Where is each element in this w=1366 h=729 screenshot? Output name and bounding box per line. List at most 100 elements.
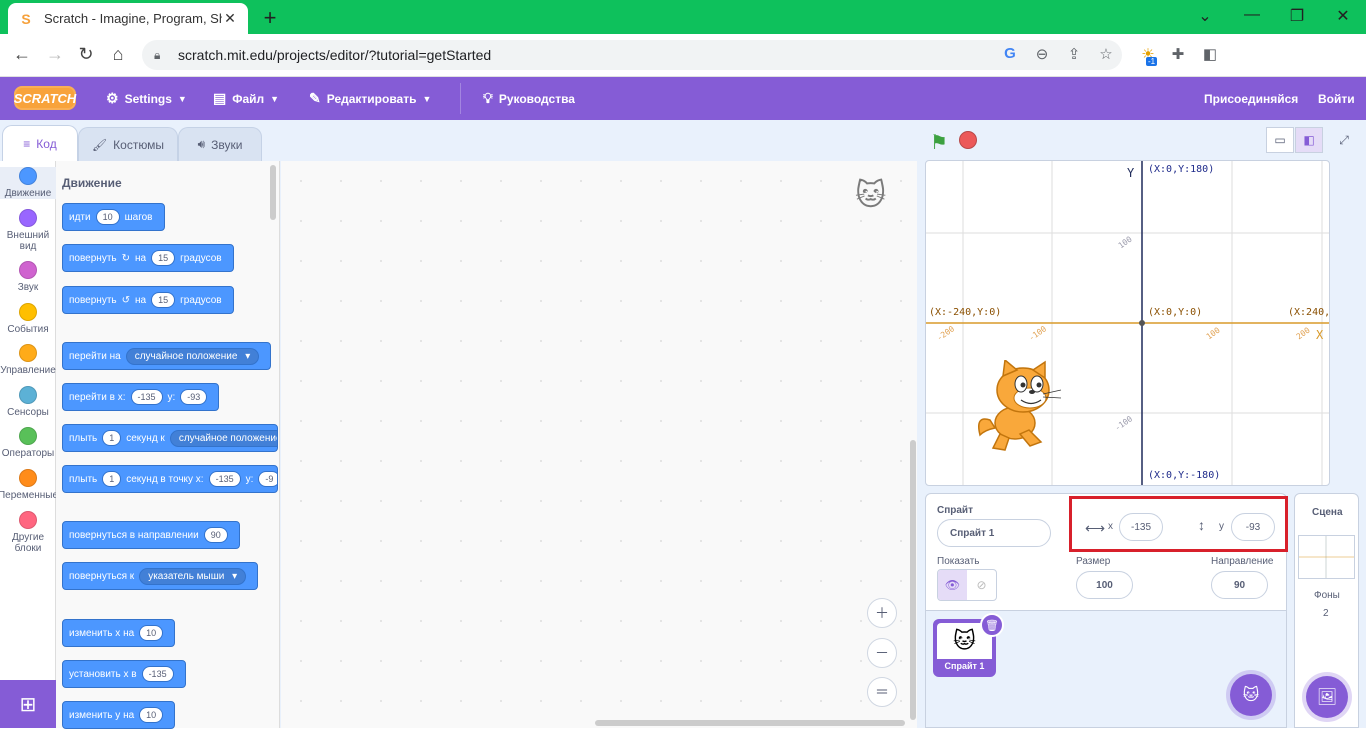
small-stage-button[interactable]: ▭ bbox=[1266, 127, 1294, 153]
workspace-vscrollbar[interactable] bbox=[910, 440, 916, 720]
edit-menu[interactable]: ✎ Редактировать ▼ bbox=[309, 77, 431, 120]
block-input[interactable]: 15 bbox=[151, 292, 176, 308]
zoom-reset-button[interactable]: ＝ bbox=[867, 677, 897, 707]
tab-search-icon[interactable]: ⌄ bbox=[1193, 6, 1217, 26]
block-dropdown[interactable]: случайное положение bbox=[169, 429, 277, 447]
fullscreen-button[interactable]: ⤢ bbox=[1330, 127, 1358, 153]
category-item[interactable]: Операторы bbox=[0, 427, 56, 459]
block-input[interactable]: -135 bbox=[208, 471, 241, 487]
zoom-in-button[interactable]: ＋ bbox=[867, 598, 897, 628]
settings-menu[interactable]: ⚙ Settings ▼ bbox=[106, 77, 187, 120]
coord-right: (X:240,Y:0) bbox=[1288, 307, 1330, 318]
block-text: на bbox=[135, 252, 147, 264]
block-goto[interactable]: перейти на случайное положение ▾ bbox=[62, 342, 272, 370]
add-backdrop-button[interactable]: 🖼︎ bbox=[1306, 676, 1348, 718]
tab-title: Scratch - Imagine, Program, Sha bbox=[44, 11, 222, 26]
add-sprite-button[interactable]: 🐱︎ bbox=[1230, 674, 1272, 716]
share-icon[interactable]: ⇪ bbox=[1064, 45, 1084, 63]
green-flag-icon[interactable]: ⚑ bbox=[930, 130, 948, 155]
category-item[interactable]: Внешний вид bbox=[0, 209, 56, 252]
category-item[interactable]: Управление bbox=[0, 344, 56, 376]
scratch-logo[interactable]: SCRATCH bbox=[14, 86, 76, 110]
palette-scrollbar[interactable] bbox=[270, 165, 276, 220]
block-change-y[interactable]: изменить y на 10 bbox=[62, 701, 176, 729]
block-input[interactable]: -135 bbox=[141, 666, 174, 682]
restore-icon[interactable]: ❐ bbox=[1285, 6, 1309, 26]
hide-eye-icon[interactable]: ⊘ bbox=[967, 570, 996, 600]
category-item[interactable]: Другие блоки bbox=[0, 511, 56, 554]
category-label: Другие блоки bbox=[11, 532, 45, 554]
delete-sprite-icon[interactable]: 🗑︎ bbox=[980, 613, 1004, 637]
block-input[interactable]: 10 bbox=[95, 209, 120, 225]
category-item[interactable]: Переменные bbox=[0, 469, 58, 501]
join-link[interactable]: Присоединяйся bbox=[1204, 77, 1298, 120]
block-text: установить x в bbox=[69, 668, 137, 680]
tab-costumes[interactable]: 🖌︎ Костюмы bbox=[78, 127, 178, 161]
google-icon[interactable]: G bbox=[1000, 45, 1020, 62]
block-turn-right[interactable]: повернуть ↻ на 15 градусов bbox=[62, 244, 234, 272]
settings-label: Settings bbox=[124, 91, 172, 106]
signin-link[interactable]: Войти bbox=[1318, 77, 1355, 120]
tab-code[interactable]: ≡ Код bbox=[2, 125, 78, 161]
block-input[interactable]: 10 bbox=[139, 707, 164, 723]
reload-icon[interactable]: ↻ bbox=[74, 44, 98, 65]
browser-tab[interactable]: S Scratch - Imagine, Program, Sha ✕ bbox=[8, 3, 248, 34]
extensions-puzzle-icon[interactable]: ✚ bbox=[1168, 45, 1188, 63]
block-point-direction[interactable]: повернуться в направлении 90 bbox=[62, 521, 240, 549]
bookmark-star-icon[interactable]: ☆ bbox=[1096, 45, 1116, 63]
block-point-towards[interactable]: повернуться к указатель мыши ▾ bbox=[62, 562, 259, 590]
stage-thumbnail[interactable] bbox=[1298, 535, 1355, 579]
block-goto-xy[interactable]: перейти в x: -135 y: -93 bbox=[62, 383, 220, 411]
minimize-icon[interactable]: — bbox=[1240, 6, 1264, 24]
block-input[interactable]: -93 bbox=[180, 389, 208, 405]
file-menu[interactable]: ▤ Файл ▼ bbox=[213, 77, 279, 120]
block-glide-xy[interactable]: плыть 1 секунд в точку x: -135 y: -9 bbox=[62, 465, 278, 493]
block-move-steps[interactable]: идти 10 шагов bbox=[62, 203, 165, 231]
block-turn-left[interactable]: повернуть ↺ на 15 градусов bbox=[62, 286, 234, 314]
url-field[interactable]: 🔒︎ scratch.mit.edu/projects/editor/?tuto… bbox=[142, 40, 1122, 70]
block-input[interactable]: 15 bbox=[151, 250, 176, 266]
back-icon[interactable]: ← bbox=[10, 44, 34, 65]
category-item[interactable]: Движение bbox=[0, 167, 56, 199]
zoom-out-button[interactable]: － bbox=[867, 638, 897, 668]
tab-sounds[interactable]: 🔊︎ Звуки bbox=[178, 127, 262, 161]
close-window-icon[interactable]: ✕ bbox=[1331, 6, 1355, 26]
url-text: scratch.mit.edu/projects/editor/?tutoria… bbox=[178, 47, 492, 63]
block-input[interactable]: 90 bbox=[203, 527, 228, 543]
zoom-out-icon[interactable]: ⊖ bbox=[1032, 45, 1052, 63]
direction-input[interactable]: 90 bbox=[1211, 571, 1268, 599]
normal-stage-button[interactable]: ◧ bbox=[1295, 127, 1323, 153]
size-input[interactable]: 100 bbox=[1076, 571, 1133, 599]
block-dropdown[interactable]: случайное положение ▾ bbox=[125, 347, 260, 365]
sprite-name-input[interactable]: Спрайт 1 bbox=[937, 519, 1051, 547]
category-item[interactable]: Сенсоры bbox=[0, 386, 56, 418]
block-change-x[interactable]: изменить x на 10 bbox=[62, 619, 176, 647]
category-item[interactable]: Звук bbox=[0, 261, 56, 293]
category-item[interactable]: События bbox=[0, 303, 56, 335]
backdrops-count: 2 bbox=[1323, 608, 1329, 619]
sprite-label: Спрайт bbox=[937, 505, 973, 516]
block-text: изменить x на bbox=[69, 627, 135, 639]
block-input[interactable]: 1 bbox=[102, 430, 122, 446]
coord-bottom: (X:0,Y:-180) bbox=[1148, 470, 1221, 481]
block-input[interactable]: 1 bbox=[102, 471, 122, 487]
tutorials-menu[interactable]: 💡︎ Руководства bbox=[483, 77, 575, 120]
forward-icon[interactable]: → bbox=[43, 44, 67, 65]
block-set-x[interactable]: установить x в -135 bbox=[62, 660, 186, 688]
cat-sprite[interactable] bbox=[975, 360, 1065, 455]
block-input[interactable]: 10 bbox=[139, 625, 164, 641]
block-input[interactable]: -9 bbox=[258, 471, 277, 487]
stop-icon[interactable] bbox=[959, 131, 977, 149]
block-dropdown[interactable]: указатель мыши ▾ bbox=[139, 567, 247, 585]
show-eye-icon[interactable]: 👁︎ bbox=[938, 570, 967, 600]
side-panel-icon[interactable]: ◧ bbox=[1200, 45, 1220, 63]
block-glide[interactable]: плыть 1 секунд к случайное положение bbox=[62, 424, 278, 452]
block-input[interactable]: -135 bbox=[130, 389, 163, 405]
add-extension-button[interactable]: ⊞ bbox=[0, 680, 56, 728]
close-tab-icon[interactable]: ✕ bbox=[222, 10, 238, 27]
workspace-hscrollbar[interactable] bbox=[595, 720, 905, 726]
new-tab-icon[interactable]: + bbox=[258, 5, 282, 31]
scripts-workspace[interactable] bbox=[281, 161, 917, 728]
home-icon[interactable]: ⌂ bbox=[106, 44, 130, 65]
category-label: Операторы bbox=[1, 448, 55, 459]
